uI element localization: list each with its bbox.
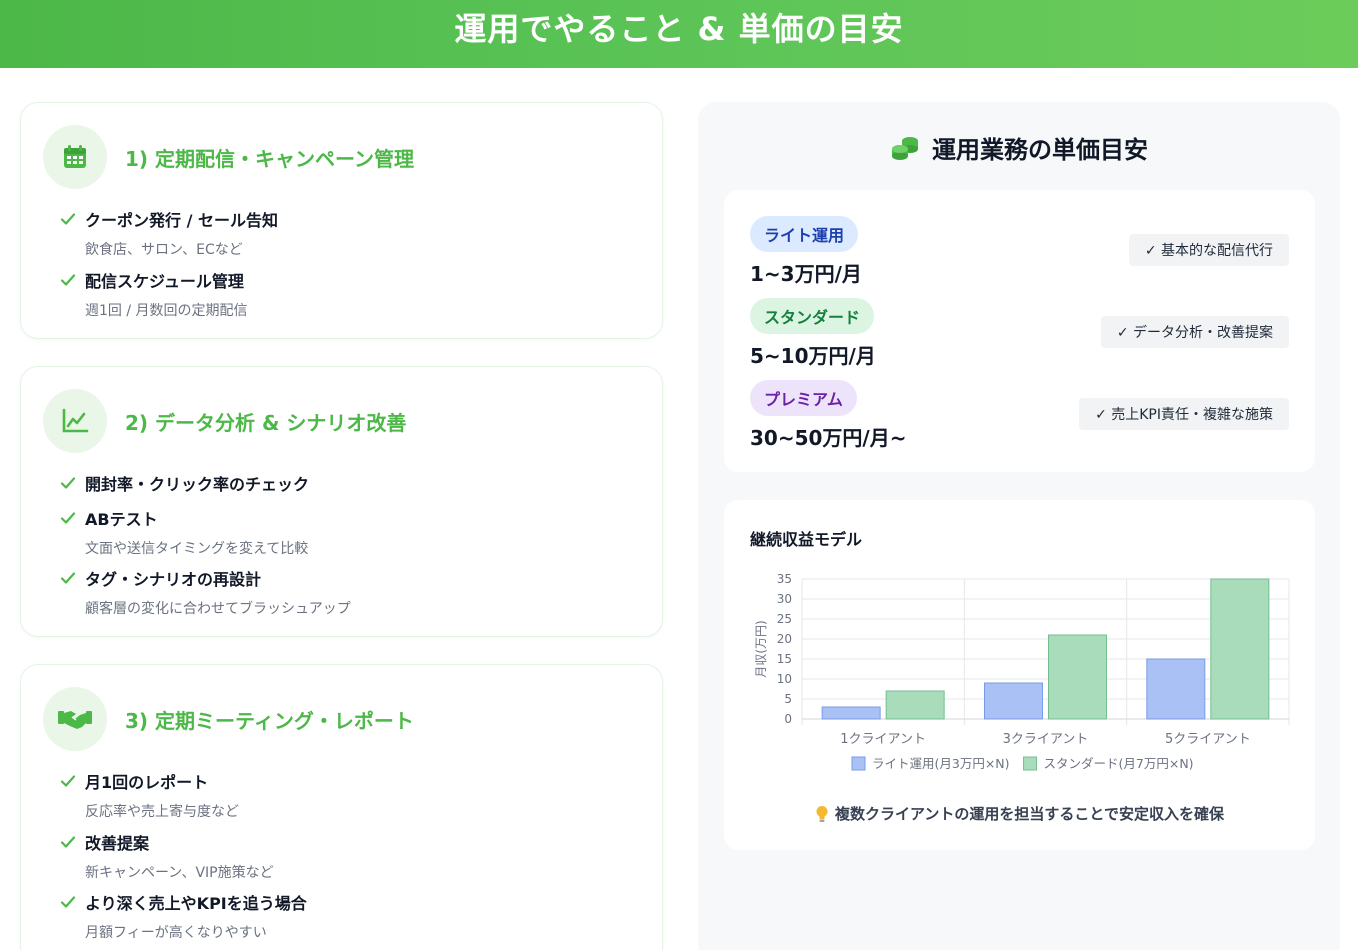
bar [1048, 634, 1107, 720]
coins-icon [892, 136, 918, 160]
item-description: 月額フィーが高くなりやすい [85, 925, 267, 941]
handshake-icon [43, 687, 107, 751]
y-tick-label: 0 [784, 712, 792, 726]
bar [821, 706, 881, 720]
bar [885, 690, 945, 720]
y-tick-label: 35 [777, 572, 792, 586]
section-card-1: 1) 定期配信・キャンペーン管理 クーポン発行 / セール告知 飲食店、サロン、… [20, 102, 663, 339]
tier-standard: スタンダード 5~10万円/月 [750, 298, 876, 369]
bar [1146, 658, 1206, 720]
chart-note: 複数クライアントの運用を担当することで安定収入を確保 [724, 803, 1315, 824]
item-title: ABテスト [85, 510, 158, 529]
item-description: 文面や送信タイミングを変えて比較 [85, 541, 309, 557]
section-title: 2) データ分析 & シナリオ改善 [125, 410, 407, 435]
item-title: より深く売上やKPIを追う場合 [85, 894, 307, 913]
item-title: 配信スケジュール管理 [85, 272, 244, 291]
list-item: ABテスト 文面や送信タイミングを変えて比較 [59, 506, 308, 558]
pricing-header: 運用業務の単価目安 [698, 130, 1340, 165]
section-title: 3) 定期ミーティング・レポート [125, 708, 414, 733]
x-tick-label: 1クライアント [840, 732, 926, 747]
list-item: 配信スケジュール管理 週1回 / 月数回の定期配信 [59, 268, 248, 320]
lightbulb-icon [816, 805, 828, 822]
y-tick-label: 15 [777, 652, 792, 666]
check-icon [60, 896, 76, 908]
item-title: 月1回のレポート [85, 773, 209, 792]
item-description: 顧客層の変化に合わせてブラッシュアップ [85, 601, 351, 617]
check-icon [60, 572, 76, 584]
tier-description: ✓ 基本的な配信代行 [1128, 234, 1289, 266]
check-icon [60, 213, 76, 225]
item-description: 反応率や売上寄与度など [85, 804, 239, 820]
revenue-chart-card: 継続収益モデル 0 5 10 15 20 25 30 35 月収(万円) 1クライアント 3クライア… [724, 500, 1315, 850]
section-title: 1) 定期配信・キャンペーン管理 [125, 146, 415, 171]
tier-light: ライト運用 1~3万円/月 [750, 216, 862, 287]
tier-premium: プレミアム 30~50万円/月~ [750, 380, 906, 451]
calendar-icon [43, 125, 107, 189]
section-header: 3) 定期ミーティング・レポート [43, 687, 414, 751]
legend-label: ライト運用(月3万円×N) [872, 756, 1010, 771]
tier-price: 1~3万円/月 [750, 262, 862, 286]
list-item: タグ・シナリオの再設計 顧客層の変化に合わせてブラッシュアップ [59, 566, 351, 618]
item-title: 改善提案 [85, 834, 150, 853]
note-text: 複数クライアントの運用を担当することで安定収入を確保 [835, 805, 1224, 823]
check-icon [60, 775, 76, 787]
tier-price: 30~50万円/月~ [750, 426, 907, 450]
list-item: 開封率・クリック率のチェック [59, 471, 309, 495]
tier-price: 5~10万円/月 [750, 344, 876, 368]
item-description: 飲食店、サロン、ECなど [85, 242, 243, 258]
check-icon [60, 477, 76, 489]
list-item: クーポン発行 / セール告知 飲食店、サロン、ECなど [59, 207, 278, 259]
x-tick-label: 3クライアント [1003, 732, 1089, 747]
tier-badge: ライト運用 [750, 216, 859, 252]
check-icon [60, 836, 76, 848]
legend-label: スタンダード(月7万円×N) [1044, 756, 1194, 771]
bar-chart: 0 5 10 15 20 25 30 35 月収(万円) 1クライアント 3クライアント 5クライアン… [754, 572, 1290, 771]
item-description: 新キャンペーン、VIP施策など [85, 865, 274, 881]
tier-badge: プレミアム [750, 380, 857, 416]
tier-description: ✓ 売上KPI責任・複雑な施策 [1079, 398, 1289, 430]
tier-description: ✓ データ分析・改善提案 [1100, 316, 1289, 348]
section-header: 1) 定期配信・キャンペーン管理 [43, 125, 414, 189]
y-tick-label: 25 [777, 612, 792, 626]
section-card-2: 2) データ分析 & シナリオ改善 開封率・クリック率のチェック ABテスト 文… [20, 366, 663, 637]
item-title: クーポン発行 / セール告知 [85, 211, 278, 230]
bar [1210, 578, 1270, 720]
pricing-panel: 運用業務の単価目安 ライト運用 1~3万円/月 ✓ 基本的な配信代行 スタンダー… [698, 102, 1340, 950]
y-tick-label: 5 [784, 692, 792, 706]
check-icon [60, 274, 76, 286]
section-header: 2) データ分析 & シナリオ改善 [43, 389, 406, 453]
pricing-title: 運用業務の単価目安 [932, 136, 1148, 164]
pricing-tiers: ライト運用 1~3万円/月 ✓ 基本的な配信代行 スタンダード 5~10万円/月… [724, 190, 1315, 472]
bar [984, 682, 1043, 720]
line-chart-icon [43, 389, 107, 453]
legend-swatch [851, 756, 866, 771]
list-item: 月1回のレポート 反応率や売上寄与度など [59, 769, 239, 821]
list-item: 改善提案 新キャンペーン、VIP施策など [59, 830, 274, 882]
item-title: タグ・シナリオの再設計 [85, 570, 262, 589]
item-description: 週1回 / 月数回の定期配信 [85, 303, 248, 319]
check-icon [60, 512, 76, 524]
page-header: 運用でやること & 単価の目安 [0, 0, 1358, 68]
item-title: 開封率・クリック率のチェック [85, 475, 310, 494]
y-axis-label: 月収(万円) [754, 620, 768, 677]
section-card-3: 3) 定期ミーティング・レポート 月1回のレポート 反応率や売上寄与度など 改善… [20, 664, 663, 950]
list-item: より深く売上やKPIを追う場合 月額フィーが高くなりやすい [59, 890, 307, 942]
legend-swatch [1023, 756, 1038, 771]
page-title: 運用でやること & 単価の目安 [454, 10, 904, 48]
y-tick-label: 20 [777, 632, 792, 646]
y-tick-label: 10 [777, 672, 792, 686]
y-tick-label: 30 [777, 592, 792, 606]
tier-badge: スタンダード [750, 298, 875, 334]
x-tick-label: 5クライアント [1165, 732, 1251, 747]
